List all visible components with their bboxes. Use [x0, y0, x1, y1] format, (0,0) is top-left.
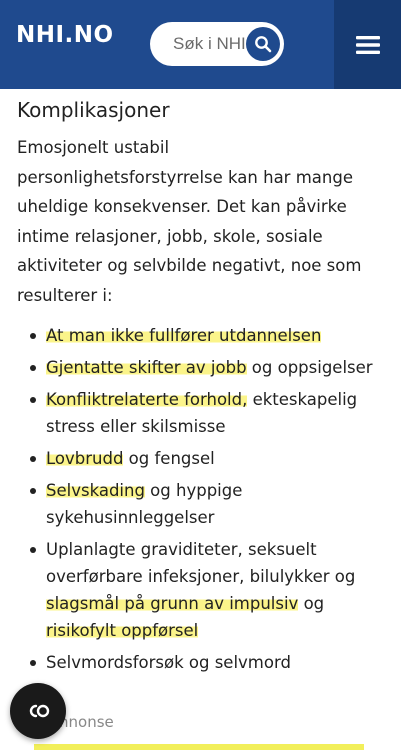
co-icon	[29, 704, 50, 718]
menu-button[interactable]	[334, 0, 401, 89]
highlighted-text: Lovbrudd	[46, 449, 124, 468]
list-item: Lovbrudd og fengsel	[30, 445, 381, 472]
site-header: NHI.NO	[0, 0, 401, 89]
search-box[interactable]	[150, 22, 284, 66]
list-item: Selvskading og hyppige sykehusinnleggels…	[30, 477, 381, 531]
list-item: Uplanlagte graviditeter, seksuelt overfø…	[30, 536, 381, 644]
list-item-text: og fengsel	[123, 449, 215, 468]
ad-banner[interactable]	[34, 744, 364, 750]
hamburger-menu-icon	[355, 35, 380, 54]
site-logo[interactable]: NHI.NO	[16, 22, 114, 48]
list-item: Selvmordsforsøk og selvmord	[30, 649, 381, 676]
complications-list: At man ikke fullfører utdannelsen Gjenta…	[30, 322, 381, 676]
highlighted-text: Gjentatte skifter av jobb	[46, 358, 247, 377]
list-item: At man ikke fullfører utdannelsen	[30, 322, 381, 349]
highlighted-text: At man ikke fullfører utdannelsen	[46, 326, 322, 345]
list-item-text: og	[298, 594, 325, 613]
list-item-text: Selvmordsforsøk og selvmord	[46, 653, 291, 672]
list-item-text: Uplanlagte graviditeter, seksuelt overfø…	[46, 540, 356, 586]
highlighted-text: risikofylt oppførsel	[46, 621, 199, 640]
highlighted-text: Konfliktrelaterte forhold,	[46, 390, 248, 409]
highlighted-text: slagsmål på grunn av impulsiv	[46, 594, 299, 613]
list-item: Gjentatte skifter av jobb og oppsigelser	[30, 354, 381, 381]
list-item: Konfliktrelaterte forhold, ekteskapelig …	[30, 386, 381, 440]
search-button[interactable]	[246, 27, 280, 61]
list-item-text: og oppsigelser	[246, 358, 373, 377]
search-icon	[255, 36, 272, 53]
search-input[interactable]	[173, 22, 249, 66]
intro-paragraph: Emosjonelt ustabil personlighetsforstyrr…	[17, 138, 362, 305]
highlighted-text: Selvskading	[46, 481, 145, 500]
article-content: Komplikasjoner Emosjonelt ustabil person…	[17, 89, 387, 681]
section-heading: Komplikasjoner	[17, 98, 170, 122]
ad-label: nnonse	[59, 713, 114, 731]
floating-action-button[interactable]	[10, 683, 66, 739]
